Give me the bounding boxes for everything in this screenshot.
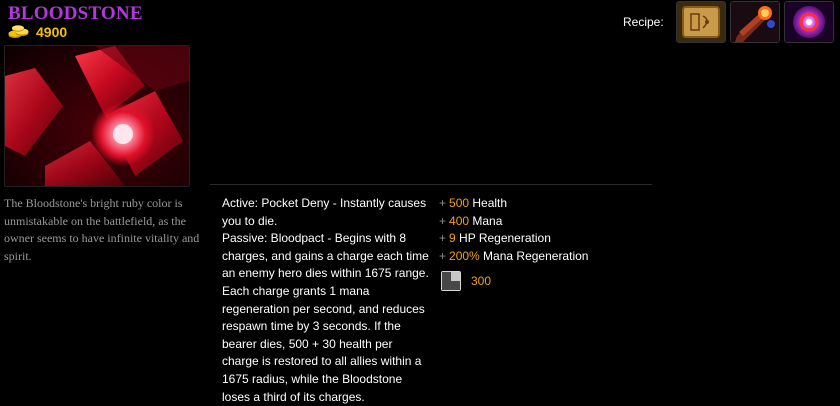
item-cost: 4900 (8, 24, 67, 40)
gold-coins-icon (8, 25, 29, 38)
stat-row-health: +500 Health (439, 195, 639, 213)
stat-label: Mana Regeneration (479, 248, 589, 263)
recipe-label: Recipe: (623, 15, 664, 29)
bloodstone-red-crystal-icon (4, 45, 190, 187)
stat-label: Health (469, 196, 508, 210)
stat-row-hp-regen: +9 HP Regeneration (439, 230, 639, 248)
stat-value: 200% (449, 248, 480, 263)
item-title: BLOODSTONE (8, 3, 143, 24)
recipe-scroll-icon[interactable] (676, 1, 726, 43)
stat-plus: + (439, 231, 447, 246)
stat-row-mana-regen: +200% Mana Regeneration (439, 248, 639, 266)
active-ability-text: Active: Pocket Deny - Instantly causes y… (222, 196, 427, 228)
cooldown-clock-icon (441, 271, 461, 291)
passive-ability-text: Passive: Bloodpact - Begins with 8 charg… (222, 231, 429, 404)
item-cost-value: 4900 (36, 24, 68, 40)
stat-plus: + (439, 213, 447, 228)
stat-value: 500 (449, 196, 470, 210)
soul-ring-icon[interactable] (784, 1, 834, 43)
item-lore: The Bloodstone's bright ruby color is un… (4, 196, 200, 263)
stat-label: HP Regeneration (455, 231, 551, 246)
cooldown-value: 300 (471, 274, 492, 288)
item-cooldown: 300 (441, 271, 491, 291)
stat-label: Mana (469, 213, 503, 228)
section-divider (210, 184, 652, 185)
stat-value: 400 (449, 213, 470, 228)
stat-value: 9 (449, 231, 456, 246)
stat-plus: + (439, 196, 447, 210)
item-abilities: Active: Pocket Deny - Instantly causes y… (222, 195, 432, 406)
stat-row-mana: +400 Mana (439, 213, 639, 231)
soul-booster-icon[interactable] (730, 1, 780, 43)
item-stats: +500 Health +400 Mana +9 HP Regeneration… (439, 195, 639, 265)
stat-plus: + (439, 248, 447, 263)
